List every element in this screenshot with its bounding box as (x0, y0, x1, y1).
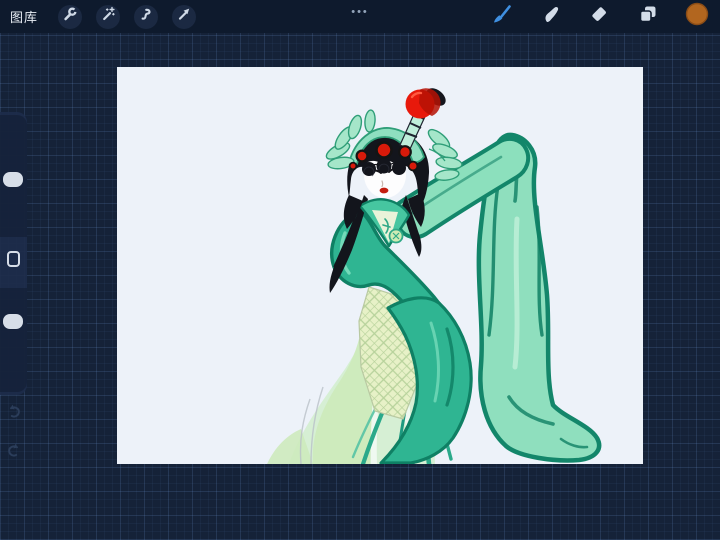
toolbar-left-group: 图库 (0, 4, 197, 29)
brush-size-slider[interactable] (0, 115, 27, 237)
undo-button[interactable] (5, 403, 23, 426)
smudge-finger-icon (539, 3, 561, 30)
gallery-button[interactable]: 图库 (10, 7, 38, 26)
redo-arrow-icon (7, 443, 18, 457)
redo-button[interactable] (5, 442, 23, 465)
color-swatch (685, 2, 709, 31)
paintbrush-icon (490, 3, 512, 30)
wrench-icon (62, 6, 78, 27)
top-toolbar: 图库 ••• (0, 0, 720, 33)
selection-button[interactable] (134, 4, 159, 29)
layers-icon (637, 3, 659, 30)
actions-button[interactable] (58, 4, 83, 29)
paint-tool-button[interactable] (490, 3, 512, 30)
drawing-canvas[interactable] (117, 67, 643, 464)
undo-arrow-icon (9, 404, 20, 418)
modify-button[interactable] (7, 251, 20, 267)
color-swatch-button[interactable] (685, 2, 709, 28)
eraser-icon (588, 3, 610, 30)
artwork-opera-figure (267, 88, 602, 464)
selection-s-icon (138, 6, 154, 27)
transform-arrow-icon (176, 6, 192, 27)
sidebar-sliders (0, 112, 27, 395)
magic-wand-icon (100, 6, 116, 27)
opacity-slider[interactable] (0, 288, 27, 392)
brush-size-handle[interactable] (3, 172, 23, 187)
history-buttons (0, 403, 27, 465)
toolbar-right-group (490, 0, 720, 33)
canvas-options-handle[interactable]: ••• (351, 6, 369, 18)
layers-button[interactable] (637, 6, 659, 28)
erase-tool-button[interactable] (588, 6, 610, 28)
opacity-handle[interactable] (3, 314, 23, 329)
adjustments-button[interactable] (96, 4, 121, 29)
transform-button[interactable] (172, 4, 197, 29)
smudge-tool-button[interactable] (539, 6, 561, 28)
